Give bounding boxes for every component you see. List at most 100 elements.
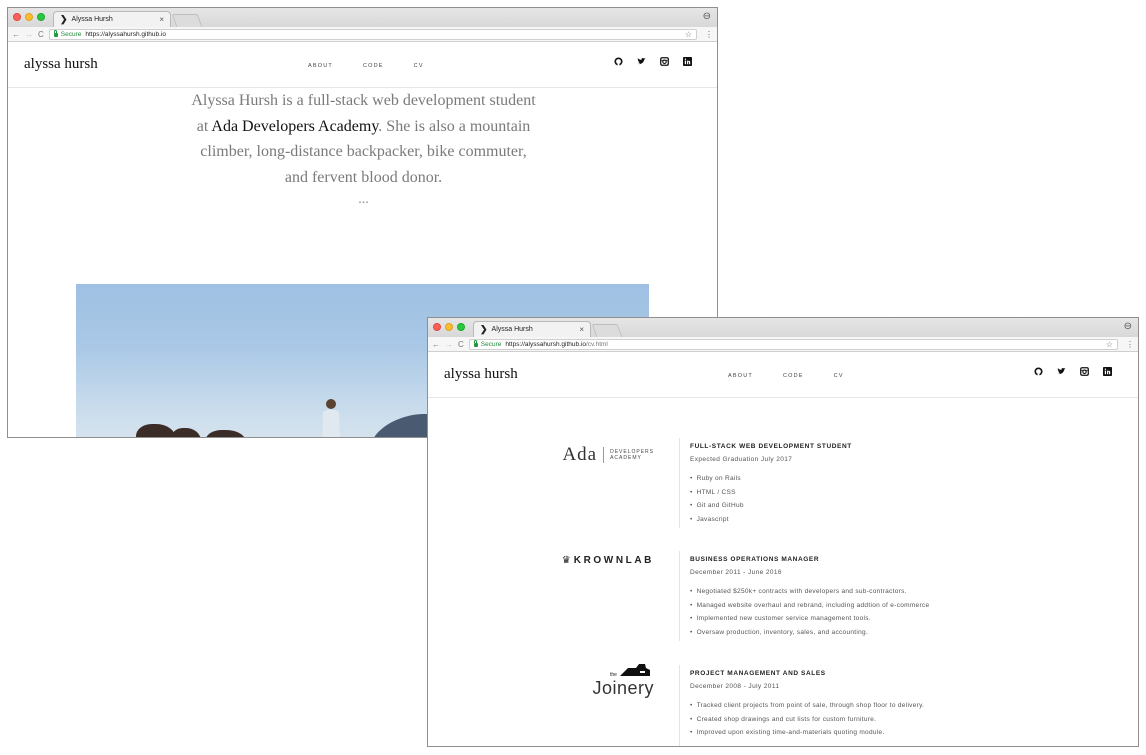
ada-logo-sub: DEVELOPERS ACADEMY — [610, 449, 654, 462]
list-item: Oversaw production, inventory, sales, an… — [690, 626, 1130, 640]
job-bullets: Negotiated $250k+ contracts with develop… — [690, 585, 1130, 639]
close-window-button[interactable] — [13, 13, 21, 21]
bookmark-star-icon[interactable]: ☆ — [1106, 340, 1113, 349]
browser-menu-icon[interactable]: ⋮ — [1126, 340, 1134, 349]
intro-line: climber, long-distance backpacker, bike … — [200, 143, 527, 160]
tab-close-icon[interactable]: × — [579, 325, 584, 334]
reload-icon[interactable]: C — [458, 340, 464, 349]
twitter-icon[interactable] — [637, 57, 646, 66]
list-item: Created shop drawings and cut lists for … — [690, 713, 1130, 727]
browser-tab[interactable]: ❯ Alyssa Hursh × — [53, 11, 171, 27]
site-brand[interactable]: alyssa hursh — [24, 56, 98, 73]
nav-about-link[interactable]: ABOUT — [308, 63, 333, 69]
url-input[interactable]: Secure https://alyssahursh.github.io ☆ — [48, 28, 697, 40]
linkedin-icon[interactable] — [1103, 367, 1112, 376]
ada-logo: Ada DEVELOPERS ACADEMY — [562, 444, 654, 466]
instagram-icon[interactable] — [660, 57, 669, 66]
job-bullets: Tracked client projects from point of sa… — [690, 699, 1130, 740]
forward-arrow-icon[interactable]: → — [445, 340, 453, 349]
reload-icon[interactable]: C — [38, 30, 44, 39]
job-title: FULL-STACK WEB DEVELOPMENT STUDENT — [690, 443, 852, 450]
browser-menu-icon[interactable]: ⋮ — [705, 30, 713, 39]
cv-vertical-divider — [679, 438, 680, 528]
github-icon[interactable] — [614, 57, 623, 66]
minimize-window-button[interactable] — [25, 13, 33, 21]
new-tab-button[interactable] — [171, 14, 203, 27]
window-controls — [13, 13, 45, 21]
joinery-logo: the Joinery — [584, 662, 654, 702]
instagram-icon[interactable] — [1080, 367, 1089, 376]
ada-logo-sub1: DEVELOPERS — [610, 448, 654, 455]
list-item: Tracked client projects from point of sa… — [690, 699, 1130, 713]
social-links — [614, 57, 692, 66]
site-header: alyssa hursh ABOUT CODE CV — [8, 42, 717, 88]
tab-title: Alyssa Hursh — [71, 16, 113, 23]
site-nav-links: ABOUT CODE CV — [308, 63, 424, 69]
intro-line: and fervent blood donor. — [284, 168, 443, 186]
hand-plane-icon — [620, 664, 650, 676]
back-arrow-icon[interactable]: ← — [12, 30, 20, 39]
list-item: Managed website overhaul and rebrand, in… — [690, 599, 1130, 613]
cv-vertical-divider — [679, 551, 680, 641]
cv-details: FULL-STACK WEB DEVELOPMENT STUDENT Expec… — [690, 443, 1130, 526]
cv-entry: Ada DEVELOPERS ACADEMY FULL-STACK WEB DE… — [428, 438, 1138, 533]
nav-code-link[interactable]: CODE — [363, 63, 384, 69]
nav-cv-link[interactable]: CV — [414, 63, 424, 69]
list-item: Javascript — [690, 513, 1130, 527]
profile-icon[interactable]: ⊖ — [703, 11, 711, 22]
nav-about-link[interactable]: ABOUT — [728, 373, 753, 379]
list-item: Improved upon existing time-and-material… — [690, 726, 1130, 740]
github-icon[interactable] — [1034, 367, 1043, 376]
lock-icon — [53, 30, 58, 37]
ada-academy-link[interactable]: Ada Developers Academy — [211, 118, 378, 135]
job-bullets: Ruby on Rails HTML / CSS Git and GitHub … — [690, 472, 1130, 526]
list-item: Git and GitHub — [690, 499, 1130, 513]
job-dates: December 2011 - June 2016 — [690, 569, 782, 576]
cv-entry: the Joinery PROJECT MANAGEMENT AND SALES… — [428, 662, 1138, 746]
intro-text-post: . She is also a mountain — [378, 117, 531, 135]
url-path: /cv.html — [585, 340, 608, 348]
site-nav-links: ABOUT CODE CV — [728, 373, 844, 379]
site-brand[interactable]: alyssa hursh — [444, 366, 518, 383]
url-domain: https://alyssahursh.github.io — [505, 340, 586, 348]
address-bar-row: ← → C Secure https://alyssahursh.github.… — [8, 27, 717, 42]
maximize-window-button[interactable] — [37, 13, 45, 21]
profile-icon[interactable]: ⊖ — [1124, 321, 1132, 332]
linkedin-icon[interactable] — [683, 57, 692, 66]
url-input[interactable]: Secure https://alyssahursh.github.io /cv… — [468, 338, 1118, 350]
bookmark-star-icon[interactable]: ☆ — [685, 30, 692, 39]
nav-cv-link[interactable]: CV — [834, 373, 844, 379]
new-tab-button[interactable] — [591, 324, 623, 337]
forward-arrow-icon[interactable]: → — [25, 30, 33, 39]
joinery-logo-word: Joinery — [592, 678, 654, 698]
tab-bar: ❯ Alyssa Hursh × ⊖ — [8, 8, 717, 27]
cv-entry: ♛ KROWNLAB BUSINESS OPERATIONS MANAGER D… — [428, 551, 1138, 646]
back-arrow-icon[interactable]: ← — [432, 340, 440, 349]
intro-text-pre: at — [196, 117, 212, 135]
job-dates: Expected Graduation July 2017 — [690, 456, 793, 463]
cv-details: BUSINESS OPERATIONS MANAGER December 201… — [690, 556, 1130, 639]
maximize-window-button[interactable] — [457, 323, 465, 331]
nav-code-link[interactable]: CODE — [783, 373, 804, 379]
list-item: Negotiated $250k+ contracts with develop… — [690, 585, 1130, 599]
ada-logo-word: Ada — [562, 444, 598, 465]
cv-details: PROJECT MANAGEMENT AND SALES December 20… — [690, 670, 1130, 740]
intro-text: Alyssa Hursh is a full-stack web develop… — [8, 88, 717, 210]
browser-tab[interactable]: ❯ Alyssa Hursh × — [473, 321, 591, 337]
job-dates: December 2008 - July 2011 — [690, 683, 780, 690]
tab-close-icon[interactable]: × — [159, 15, 164, 24]
intro-line: at Ada Developers Academy. She is also a… — [8, 114, 717, 140]
favicon-chevron-icon: ❯ — [480, 324, 488, 334]
twitter-icon[interactable] — [1057, 367, 1066, 376]
browser-window-cv: ❯ Alyssa Hursh × ⊖ ← → C Secure https://… — [427, 317, 1139, 747]
minimize-window-button[interactable] — [445, 323, 453, 331]
list-item: Implemented new customer service managem… — [690, 612, 1130, 626]
tab-bar: ❯ Alyssa Hursh × ⊖ — [428, 318, 1138, 337]
crown-icon: ♛ — [561, 555, 571, 566]
more-ellipsis[interactable]: ... — [8, 190, 717, 210]
job-title: PROJECT MANAGEMENT AND SALES — [690, 670, 826, 677]
list-item: Ruby on Rails — [690, 472, 1130, 486]
lock-icon — [473, 340, 478, 347]
job-title: BUSINESS OPERATIONS MANAGER — [690, 556, 820, 563]
close-window-button[interactable] — [433, 323, 441, 331]
